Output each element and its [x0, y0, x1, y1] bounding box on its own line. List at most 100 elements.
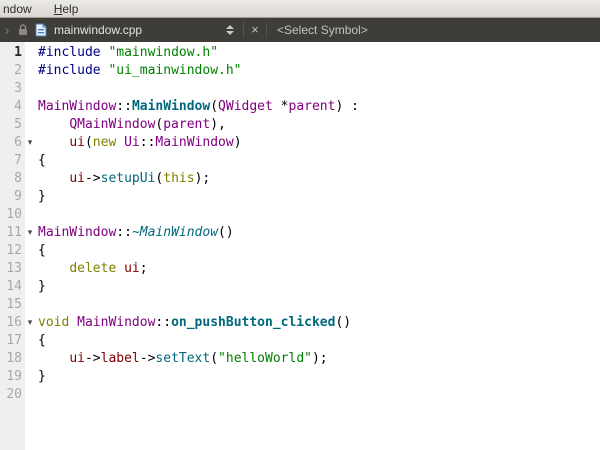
- code-text: }: [38, 278, 600, 296]
- token-keyword: delete: [69, 261, 116, 276]
- line-number[interactable]: 1: [0, 44, 22, 62]
- token-text: ) :: [335, 99, 358, 114]
- line-number[interactable]: 15: [0, 296, 22, 314]
- line-number[interactable]: 3: [0, 80, 22, 98]
- symbol-selector-dropdown[interactable]: <Select Symbol>: [277, 23, 368, 37]
- token-field: ui: [124, 261, 140, 276]
- nav-forward-icon[interactable]: ›: [0, 19, 14, 41]
- line-number[interactable]: 2: [0, 62, 22, 80]
- code-line[interactable]: 7{: [0, 152, 600, 170]
- separator: [266, 22, 267, 38]
- token-function: setText: [155, 351, 210, 366]
- code-text: }: [38, 368, 600, 386]
- token-field: label: [101, 351, 140, 366]
- code-text: MainWindow::MainWindow(QWidget *parent) …: [38, 98, 600, 116]
- code-text: [38, 80, 600, 98]
- code-line[interactable]: 18 ui->label->setText("helloWorld");: [0, 350, 600, 368]
- code-text: QMainWindow(parent),: [38, 116, 600, 134]
- code-text: {: [38, 242, 600, 260]
- token-text: ): [234, 135, 242, 150]
- fold-marker-icon[interactable]: ▾: [22, 134, 38, 152]
- code-line[interactable]: 9}: [0, 188, 600, 206]
- fold-marker-icon[interactable]: ▾: [22, 224, 38, 242]
- code-line[interactable]: 8 ui->setupUi(this);: [0, 170, 600, 188]
- code-line[interactable]: 4 MainWindow::MainWindow(QWidget *parent)…: [0, 98, 600, 116]
- token-string: "mainwindow.h": [108, 45, 218, 60]
- code-line[interactable]: 11▾MainWindow::~MainWindow(): [0, 224, 600, 242]
- fold-column: [22, 350, 38, 368]
- token-function: on_pushButton_clicked: [171, 315, 335, 330]
- code-text: }: [38, 188, 600, 206]
- line-number[interactable]: 12: [0, 242, 22, 260]
- fold-column: [22, 80, 38, 98]
- line-number[interactable]: 4: [0, 98, 22, 116]
- token-type: MainWindow: [155, 135, 233, 150]
- token-text: *: [273, 99, 289, 114]
- code-area[interactable]: 1 #include "mainwindow.h" 2 #include "ui_ma…: [0, 42, 600, 404]
- line-number[interactable]: 8: [0, 170, 22, 188]
- code-line[interactable]: 2 #include "ui_mainwindow.h": [0, 62, 600, 80]
- code-editor[interactable]: 1 #include "mainwindow.h" 2 #include "ui_ma…: [0, 42, 600, 450]
- token-keyword: this: [163, 171, 194, 186]
- line-number[interactable]: 13: [0, 260, 22, 278]
- code-line[interactable]: 10: [0, 206, 600, 224]
- fold-marker-icon[interactable]: ▾: [22, 314, 38, 332]
- token-text: (): [335, 315, 351, 330]
- token-text: [116, 261, 124, 276]
- token-text: ),: [210, 117, 226, 132]
- token-string: "ui_mainwindow.h": [108, 63, 241, 78]
- close-icon[interactable]: ×: [249, 19, 261, 41]
- token-local: parent: [289, 99, 336, 114]
- line-number[interactable]: 17: [0, 332, 22, 350]
- code-text: #include "mainwindow.h": [38, 44, 600, 62]
- fold-column: [22, 116, 38, 134]
- token-text: (: [210, 351, 218, 366]
- token-text: ->: [85, 171, 101, 186]
- line-number[interactable]: 10: [0, 206, 22, 224]
- line-number[interactable]: 14: [0, 278, 22, 296]
- open-file-tab[interactable]: mainwindow.cpp: [54, 23, 222, 37]
- code-line[interactable]: 13 delete ui;: [0, 260, 600, 278]
- token-text: }: [38, 189, 46, 204]
- code-text: #include "ui_mainwindow.h": [38, 62, 600, 80]
- code-line[interactable]: 16▾void MainWindow::on_pushButton_clicke…: [0, 314, 600, 332]
- menu-item-help[interactable]: Help: [52, 2, 81, 16]
- line-number[interactable]: 9: [0, 188, 22, 206]
- code-line[interactable]: 14}: [0, 278, 600, 296]
- lock-icon[interactable]: [14, 24, 32, 36]
- line-number[interactable]: 6: [0, 134, 22, 152]
- code-text: [38, 206, 600, 224]
- line-number[interactable]: 20: [0, 386, 22, 404]
- code-line[interactable]: 17{: [0, 332, 600, 350]
- line-number[interactable]: 7: [0, 152, 22, 170]
- token-type: QMainWindow: [69, 117, 155, 132]
- line-number[interactable]: 18: [0, 350, 22, 368]
- code-line[interactable]: 15: [0, 296, 600, 314]
- token-text: ;: [140, 261, 148, 276]
- token-function: ~MainWindow: [132, 225, 218, 240]
- token-text: ::: [155, 315, 171, 330]
- menu-item-window[interactable]: ndow: [1, 2, 34, 16]
- code-line[interactable]: 19}: [0, 368, 600, 386]
- code-line[interactable]: 1 #include "mainwindow.h": [0, 44, 600, 62]
- fold-column: [22, 368, 38, 386]
- line-number[interactable]: 16: [0, 314, 22, 332]
- token-text: }: [38, 369, 46, 384]
- code-line[interactable]: 3: [0, 80, 600, 98]
- fold-column: [22, 206, 38, 224]
- token-preprocessor: #include: [38, 63, 101, 78]
- token-text: [38, 171, 69, 186]
- updown-arrows-icon[interactable]: [222, 25, 238, 35]
- token-text: ::: [140, 135, 156, 150]
- code-line[interactable]: 6▾ ui(new Ui::MainWindow): [0, 134, 600, 152]
- token-function: setupUi: [101, 171, 156, 186]
- line-number[interactable]: 11: [0, 224, 22, 242]
- token-text: [38, 351, 69, 366]
- token-keyword: new: [93, 135, 116, 150]
- code-line[interactable]: 5 QMainWindow(parent),: [0, 116, 600, 134]
- line-number[interactable]: 5: [0, 116, 22, 134]
- code-line[interactable]: 20: [0, 386, 600, 404]
- line-number[interactable]: 19: [0, 368, 22, 386]
- code-line[interactable]: 12 {: [0, 242, 600, 260]
- token-preprocessor: #include: [38, 45, 101, 60]
